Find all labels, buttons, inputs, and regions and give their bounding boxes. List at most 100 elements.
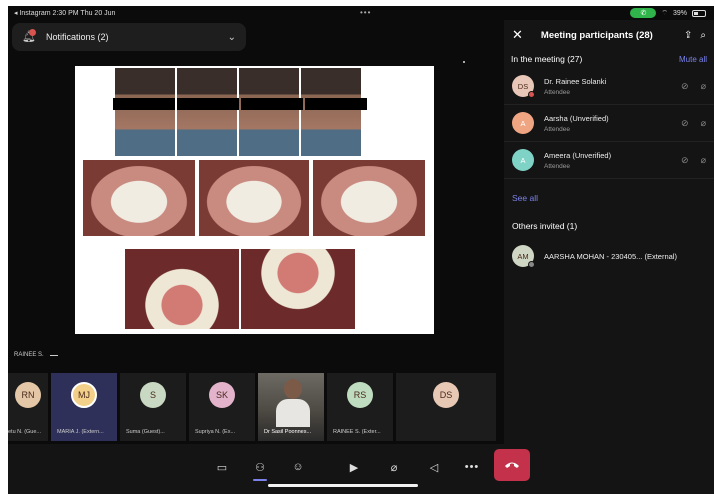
camera-off-icon[interactable]: ▶︎ xyxy=(344,457,364,477)
avatar: DS xyxy=(512,75,535,98)
participant-name: Dr. Rainee Solanki xyxy=(544,76,607,86)
others-invited-label: Others invited (1) xyxy=(512,221,578,231)
slide-marker xyxy=(463,61,465,63)
status-left[interactable]: ◂ Instagram 2:30 PM Thu 20 Jun xyxy=(14,9,115,17)
active-call-pill[interactable]: ✆ xyxy=(630,8,657,18)
participant-tile[interactable]: SK Supriya N. (Ex... xyxy=(189,373,255,441)
intraoral-photo xyxy=(83,160,195,236)
see-all-link[interactable]: See all xyxy=(504,179,714,213)
avatar: RN xyxy=(15,382,41,408)
reactions-icon[interactable]: ☺ xyxy=(288,457,308,477)
redaction-bar xyxy=(177,98,239,110)
participant-info: Ameera (Unverified) Attendee xyxy=(544,151,611,170)
intraoral-photo xyxy=(313,160,425,236)
panel-title: Meeting participants (28) xyxy=(540,29,653,41)
presenter-label: RAINEE S. xyxy=(14,352,58,358)
teams-meeting-window: ◂ Instagram 2:30 PM Thu 20 Jun ••• ✆ ⌔ 3… xyxy=(8,6,714,494)
wifi-icon: ⌔ xyxy=(661,9,668,17)
tile-name: Dr Sasil Poonnes... xyxy=(264,429,312,435)
home-indicator[interactable] xyxy=(268,484,418,487)
share-icon[interactable]: ⇪ xyxy=(684,30,692,41)
tile-name: MARIA J. (Extern... xyxy=(57,429,104,435)
participant-name: Aarsha (Unverified) xyxy=(544,113,609,123)
avatar: AM xyxy=(512,245,535,268)
upper-arch-photo xyxy=(125,249,239,329)
chevron-down-icon[interactable]: ⌄ xyxy=(228,32,236,43)
participant-tile[interactable]: S Suma (Guest)... xyxy=(120,373,186,441)
mic-off-icon: ⌀ xyxy=(700,154,706,165)
avatar: A xyxy=(512,149,534,171)
redaction-bar xyxy=(305,98,367,110)
participant-role: Attendee xyxy=(544,125,571,133)
avatar: S xyxy=(140,382,166,408)
face-photo xyxy=(301,68,361,156)
panel-actions: ⇪ ⌕ xyxy=(684,30,706,41)
camera-off-icon: ⊘ xyxy=(681,80,689,91)
participant-row[interactable]: A Aarsha (Unverified) Attendee ⊘ ⌀ xyxy=(504,105,714,142)
participant-video-tile[interactable]: Dr Sasil Poonnes... xyxy=(258,373,324,441)
in-meeting-label: In the meeting (27) xyxy=(511,54,583,64)
video-strip: RN etu N. (Gue... MJ MARIA J. (Extern...… xyxy=(8,373,714,441)
search-icon[interactable]: ⌕ xyxy=(700,30,706,41)
leave-call-button[interactable] xyxy=(494,449,530,481)
separator-dash xyxy=(49,354,58,356)
avatar: MJ xyxy=(71,382,97,408)
avatar: SK xyxy=(209,382,235,408)
participant-tile[interactable]: DS xyxy=(396,373,496,441)
participant-info: Aarsha (Unverified) Attendee xyxy=(544,114,609,133)
face-photo xyxy=(177,68,237,156)
panel-header: ✕ Meeting participants (28) ⇪ ⌕ xyxy=(504,20,714,50)
notifications-banner[interactable]: 🔔︎ Notifications (2) ⌄ xyxy=(12,23,246,51)
mute-all-button[interactable]: Mute all xyxy=(679,55,707,64)
participant-role: Attendee xyxy=(544,88,571,96)
participant-role: Attendee xyxy=(544,162,571,170)
presenter-name: RAINEE S. xyxy=(14,352,44,358)
face-photo xyxy=(115,68,175,156)
tile-name: etu N. (Gue... xyxy=(8,429,42,435)
face-photo xyxy=(239,68,299,156)
redaction-bar xyxy=(241,98,303,110)
participant-status: ⊘ ⌀ xyxy=(681,118,706,129)
tile-name: Supriya N. (Ex... xyxy=(195,429,236,435)
avatar: RS xyxy=(347,382,373,408)
leave-call-icon xyxy=(505,462,519,468)
speaker-off-icon[interactable]: ◁ xyxy=(424,457,444,477)
redaction-bar xyxy=(113,98,175,110)
video-person-body xyxy=(276,399,310,427)
video-person xyxy=(284,379,302,399)
bell-icon: 🔔︎ xyxy=(22,29,36,43)
camera-off-icon: ⊘ xyxy=(681,154,689,165)
mic-off-icon[interactable]: ⌀ xyxy=(384,457,404,477)
lower-arch-photo xyxy=(241,249,355,329)
participant-tile[interactable]: RS RAINEE S. (Exter... xyxy=(327,373,393,441)
participant-row[interactable]: A Ameera (Unverified) Attendee ⊘ ⌀ xyxy=(504,142,714,179)
battery-icon xyxy=(692,9,706,17)
participant-row[interactable]: DS Dr. Rainee Solanki Attendee ⊘ ⌀ xyxy=(504,68,714,105)
notifications-label: Notifications (2) xyxy=(46,32,109,42)
intraoral-photo xyxy=(199,160,309,236)
battery-percent: 39% xyxy=(672,9,687,17)
avatar: A xyxy=(512,112,534,134)
more-options-button[interactable]: ••• xyxy=(462,457,482,477)
tile-name: Suma (Guest)... xyxy=(126,429,165,435)
multitasking-dots[interactable]: ••• xyxy=(360,8,371,17)
in-meeting-section: In the meeting (27) Mute all xyxy=(504,50,714,68)
mic-off-icon: ⌀ xyxy=(700,117,706,128)
participant-status: ⊘ ⌀ xyxy=(681,81,706,92)
invited-participant-name: AARSHA MOHAN - 230405... (External) xyxy=(544,251,677,261)
participant-info: Dr. Rainee Solanki Attendee xyxy=(544,77,606,96)
participant-name: Ameera (Unverified) xyxy=(544,150,612,160)
participant-tile[interactable]: RN etu N. (Gue... xyxy=(8,373,48,441)
camera-off-icon: ⊘ xyxy=(681,117,689,128)
shared-slide xyxy=(75,66,434,334)
participant-status: ⊘ ⌀ xyxy=(681,155,706,166)
close-icon[interactable]: ✕ xyxy=(512,27,523,43)
people-icon[interactable]: ⚇ xyxy=(250,457,270,481)
status-right: ✆ ⌔ 39% xyxy=(630,8,706,18)
invited-participant-row[interactable]: AM AARSHA MOHAN - 230405... (External) xyxy=(504,239,714,273)
tile-name: RAINEE S. (Exter... xyxy=(333,429,381,435)
chat-icon[interactable]: ▭ xyxy=(212,457,232,477)
participant-tile[interactable]: MJ MARIA J. (Extern... xyxy=(51,373,117,441)
avatar: DS xyxy=(433,382,459,408)
mic-off-icon: ⌀ xyxy=(700,80,706,91)
